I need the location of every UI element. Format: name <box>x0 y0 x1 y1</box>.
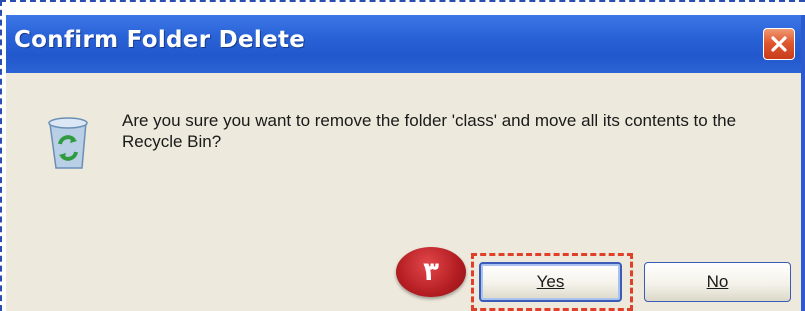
step-badge: ۳ <box>396 247 466 297</box>
confirm-dialog: Confirm Folder Delete Are you sure you w… <box>6 15 805 311</box>
close-button[interactable] <box>763 28 795 60</box>
titlebar[interactable]: Confirm Folder Delete <box>6 15 801 73</box>
recycle-bin-icon <box>48 117 88 169</box>
yes-button[interactable]: Yes <box>479 262 622 302</box>
confirm-message: Are you sure you want to remove the fold… <box>122 111 737 151</box>
close-icon <box>771 36 787 52</box>
dialog-title: Confirm Folder Delete <box>14 27 306 53</box>
no-button[interactable]: No <box>644 262 791 302</box>
